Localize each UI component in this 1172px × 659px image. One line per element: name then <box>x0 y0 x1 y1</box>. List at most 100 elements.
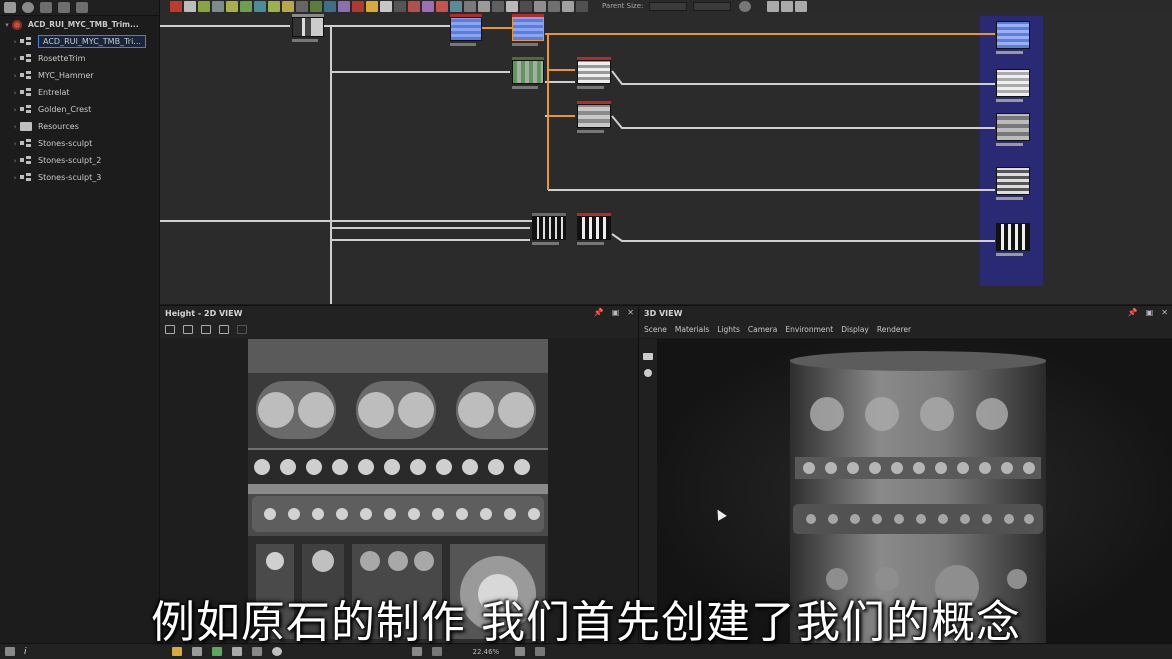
sphere-icon[interactable] <box>271 647 282 656</box>
tool-icon[interactable] <box>254 0 266 12</box>
pin-icon[interactable]: 📌 <box>594 308 604 317</box>
tool-icon[interactable] <box>198 0 210 12</box>
export-icon[interactable] <box>40 2 52 13</box>
texture-preview[interactable] <box>248 339 548 644</box>
lock-icon[interactable] <box>535 647 546 656</box>
chevron-right-icon[interactable]: › <box>10 72 20 80</box>
import-icon[interactable] <box>58 2 70 13</box>
menu-scene[interactable]: Scene <box>644 325 667 334</box>
output-node[interactable] <box>996 113 1030 146</box>
node-graph-view[interactable] <box>160 12 1172 304</box>
pin-icon[interactable]: 📌 <box>1128 308 1138 317</box>
output-node[interactable] <box>996 167 1030 200</box>
tool-icon[interactable] <box>310 0 322 12</box>
layers-icon[interactable] <box>171 647 182 656</box>
tool-icon[interactable] <box>212 0 224 12</box>
menu-lights[interactable]: Lights <box>717 325 740 334</box>
color-icon[interactable] <box>211 647 222 656</box>
tool-icon[interactable] <box>282 0 294 12</box>
close-icon[interactable]: ✕ <box>1161 308 1168 317</box>
new-graph-icon[interactable] <box>4 2 16 13</box>
menu-display[interactable]: Display <box>841 325 869 334</box>
camera-icon[interactable] <box>643 353 653 360</box>
parent-size-dropdown[interactable] <box>649 1 688 11</box>
dropdown-icon[interactable] <box>237 325 247 334</box>
tool-icon[interactable] <box>548 0 560 12</box>
tool-icon[interactable] <box>366 0 378 12</box>
menu-camera[interactable]: Camera <box>748 325 777 334</box>
tool-icon[interactable] <box>436 0 448 12</box>
tool-icon[interactable] <box>450 0 462 12</box>
link-icon[interactable] <box>767 0 780 12</box>
settings-icon[interactable] <box>515 647 526 656</box>
menu-materials[interactable]: Materials <box>675 325 709 334</box>
graph-node[interactable] <box>577 213 611 245</box>
chevron-right-icon[interactable]: › <box>10 55 20 63</box>
fit-icon[interactable] <box>411 647 422 656</box>
save-icon[interactable] <box>795 0 808 12</box>
explorer-item-5[interactable]: › Resources <box>0 118 159 135</box>
explorer-item-8[interactable]: › Stones-sculpt_3 <box>0 169 159 186</box>
tool-icon[interactable] <box>240 0 252 12</box>
refresh-icon[interactable] <box>22 2 34 13</box>
graph-node[interactable] <box>577 57 611 89</box>
menu-renderer[interactable]: Renderer <box>877 325 911 334</box>
chevron-right-icon[interactable]: › <box>10 38 20 46</box>
explorer-item-0[interactable]: › ACD_RUI_MYC_TMB_Tri... <box>0 33 159 50</box>
output-node[interactable] <box>996 21 1030 54</box>
refresh-icon[interactable] <box>739 0 752 12</box>
zoom-icon[interactable] <box>431 647 442 656</box>
explorer-item-3[interactable]: › Entrelat <box>0 84 159 101</box>
tool-icon[interactable] <box>268 0 280 12</box>
3d-viewport[interactable] <box>657 339 1172 644</box>
tiling-icon[interactable] <box>231 647 242 656</box>
graph-node-selected[interactable] <box>512 14 544 46</box>
tool-icon[interactable] <box>478 0 490 12</box>
close-icon[interactable]: ✕ <box>627 308 634 317</box>
chevron-right-icon[interactable]: › <box>10 157 20 165</box>
chevron-right-icon[interactable]: › <box>10 140 20 148</box>
light-icon[interactable] <box>644 369 652 377</box>
chevron-down-icon[interactable]: ▾ <box>2 21 12 29</box>
maximize-icon[interactable]: ▣ <box>612 308 620 317</box>
grid-icon[interactable] <box>191 647 202 656</box>
graph-node[interactable] <box>512 57 544 89</box>
tool-icon[interactable] <box>338 0 350 12</box>
menu-environment[interactable]: Environment <box>785 325 833 334</box>
package-root[interactable]: ▾ ACD_RUI_MYC_TMB_Trim... <box>0 16 159 33</box>
copy-icon[interactable] <box>165 325 175 334</box>
graph-node[interactable] <box>577 101 611 133</box>
output-node[interactable] <box>996 69 1030 102</box>
info-icon[interactable]: i <box>24 647 27 657</box>
histogram-icon[interactable] <box>251 647 262 656</box>
explorer-item-4[interactable]: › Golden_Crest <box>0 101 159 118</box>
save-icon[interactable] <box>183 325 193 334</box>
tool-icon[interactable] <box>352 0 364 12</box>
channels-icon[interactable] <box>219 325 229 334</box>
explorer-item-7[interactable]: › Stones-sculpt_2 <box>0 152 159 169</box>
tool-icon[interactable] <box>394 0 406 12</box>
tool-icon[interactable] <box>296 0 308 12</box>
explorer-item-1[interactable]: › RosetteTrim <box>0 50 159 67</box>
tool-icon[interactable] <box>408 0 420 12</box>
parent-size-dropdown-2[interactable] <box>693 1 732 11</box>
tool-icon[interactable] <box>562 0 574 12</box>
tool-icon[interactable] <box>534 0 546 12</box>
graph-node[interactable] <box>292 14 324 42</box>
settings-icon[interactable] <box>76 2 88 13</box>
output-node[interactable] <box>996 223 1030 256</box>
tool-icon[interactable] <box>576 0 588 12</box>
chevron-right-icon[interactable]: › <box>10 123 20 131</box>
pin-icon[interactable] <box>781 0 794 12</box>
tool-icon[interactable] <box>492 0 504 12</box>
export-icon[interactable] <box>201 325 211 334</box>
tool-icon[interactable] <box>380 0 392 12</box>
chevron-right-icon[interactable]: › <box>10 106 20 114</box>
layout-icon[interactable] <box>5 647 15 656</box>
graph-node[interactable] <box>450 14 482 46</box>
tool-icon[interactable] <box>506 0 518 12</box>
tool-icon[interactable] <box>520 0 532 12</box>
graph-node[interactable] <box>532 213 566 245</box>
tool-icon[interactable] <box>184 0 196 12</box>
tool-icon[interactable] <box>464 0 476 12</box>
